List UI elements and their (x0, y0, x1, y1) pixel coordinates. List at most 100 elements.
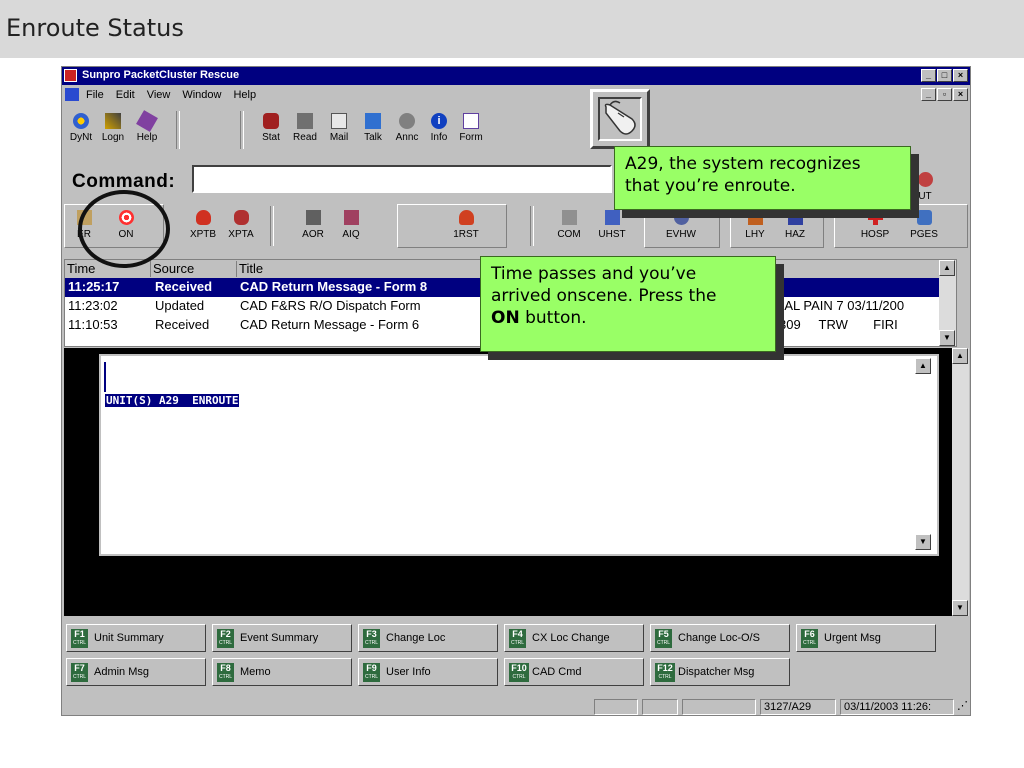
document-icon (65, 88, 79, 101)
lhy-button[interactable]: LHY (740, 210, 770, 240)
title-bar: Sunpro PacketCluster Rescue _ □ × (62, 67, 970, 85)
hosp-button[interactable]: HOSP (856, 210, 894, 240)
com-button[interactable]: COM (552, 210, 586, 240)
mdi-restore-button[interactable]: ▫ (937, 88, 952, 101)
aiq-icon (343, 210, 359, 225)
help-button[interactable]: Help (130, 110, 164, 143)
message-view[interactable]: UNIT(S) A29 ENROUTE ▲ ▼ (99, 354, 939, 556)
scroll-down-icon[interactable]: ▼ (952, 600, 968, 616)
message-pane: UNIT(S) A29 ENROUTE ▲ ▼ (64, 348, 952, 616)
stat-icon (263, 113, 279, 129)
f8-memo-button[interactable]: F8 CTRL Memo (212, 658, 352, 686)
hospital-cross-icon (867, 210, 883, 225)
function-key-bar: F1 CTRL Unit Summary F2 CTRL Event Summary F… (64, 620, 969, 690)
inner-scroll-down-icon[interactable]: ▼ (915, 534, 931, 550)
row-title: CAD Return Message - Form 8 (240, 279, 428, 294)
scroll-up-icon[interactable]: ▲ (952, 348, 968, 364)
1rst-button[interactable]: 1RST (449, 210, 483, 240)
pane-scrollbar[interactable]: ▲ ▼ (952, 348, 969, 616)
f1-unit-summary-button[interactable]: F1 CTRL Unit Summary (66, 624, 206, 652)
row-source: Received (155, 279, 213, 294)
f4-cx-loc-change-button[interactable]: F4 CTRL CX Loc Change (504, 624, 644, 652)
status-unit: 3127/A29 (760, 699, 836, 715)
com-icon (561, 210, 577, 225)
talk-button[interactable]: Talk (356, 113, 390, 143)
f12-key-icon: F12 CTRL (655, 663, 675, 682)
partial-icon (917, 172, 933, 187)
annc-button[interactable]: Annc (390, 113, 424, 143)
menu-edit[interactable]: Edit (116, 89, 135, 101)
info-button[interactable]: i Info (422, 113, 456, 143)
hosp-group (834, 204, 968, 248)
f5-key-icon: F5 CTRL (655, 629, 672, 648)
fire-icon (458, 210, 474, 225)
mail-button[interactable]: Mail (322, 113, 356, 143)
f2-event-summary-button[interactable]: F2 CTRL Event Summary (212, 624, 352, 652)
callout-line: A29, the system recognizes (625, 154, 861, 174)
f7-admin-msg-button[interactable]: F7 CTRL Admin Msg (66, 658, 206, 686)
f9-user-info-button[interactable]: F9 CTRL User Info (358, 658, 498, 686)
aor-icon (305, 210, 321, 225)
message-text: UNIT(S) A29 ENROUTE (105, 394, 240, 407)
aor-button[interactable]: AOR (296, 210, 330, 240)
haz-button[interactable]: HAZ (780, 210, 810, 240)
xpta-icon (233, 210, 249, 225)
table-scrollbar[interactable]: ▲ ▼ (939, 260, 956, 346)
f3-key-icon: F3 CTRL (363, 629, 380, 648)
f3-change-loc-button[interactable]: F3 CTRL Change Loc (358, 624, 498, 652)
xpta-button[interactable]: XPTA (224, 210, 258, 240)
command-input[interactable] (192, 165, 612, 193)
f10-cad-cmd-button[interactable]: F10 CTRL CAD Cmd (504, 658, 644, 686)
resize-grip-icon[interactable]: ⋰ (954, 699, 970, 715)
row-time: 11:23:02 (68, 298, 118, 313)
stat-button[interactable]: Stat (254, 113, 288, 143)
callout-line: Time passes and you’ve (491, 264, 697, 284)
mdi-close-button[interactable]: × (953, 88, 968, 101)
mdi-minimize-button[interactable]: _ (921, 88, 936, 101)
column-header-source[interactable]: Source (151, 261, 237, 277)
callout-line: that you’re enroute. (625, 176, 796, 196)
toolbar-separator (270, 206, 274, 246)
aiq-button[interactable]: AIQ (334, 210, 368, 240)
status-panel (682, 699, 756, 715)
row-source: Updated (155, 298, 205, 313)
mouse-indicator (590, 89, 650, 149)
uhst-button[interactable]: UHST (592, 210, 632, 240)
maximize-button[interactable]: □ (937, 69, 952, 82)
evhw-button[interactable]: EVHW (660, 210, 702, 240)
scroll-up-icon[interactable]: ▲ (939, 260, 955, 276)
slide-title: Enroute Status (6, 14, 184, 42)
pges-button[interactable]: PGES (904, 210, 944, 240)
highlight-circle (78, 190, 170, 268)
mouse-icon (604, 100, 636, 135)
f7-key-icon: F7 CTRL (71, 663, 88, 682)
form-button[interactable]: Form (454, 113, 488, 143)
read-button[interactable]: Read (288, 113, 322, 143)
menu-view[interactable]: View (147, 89, 171, 101)
dynt-button[interactable]: DyNt (64, 113, 98, 143)
toolbar-separator (530, 206, 534, 246)
f6-key-icon: F6 CTRL (801, 629, 818, 648)
f5-change-loc-os-button[interactable]: F5 CTRL Change Loc-O/S (650, 624, 790, 652)
xptb-button[interactable]: XPTB (186, 210, 220, 240)
help-book-icon (136, 110, 158, 132)
logn-button[interactable]: Logn (96, 113, 130, 143)
f6-urgent-msg-button[interactable]: F6 CTRL Urgent Msg (796, 624, 936, 652)
f12-dispatcher-msg-button[interactable]: F12 CTRL Dispatcher Msg (650, 658, 790, 686)
evhw-icon (673, 210, 689, 225)
minimize-button[interactable]: _ (921, 69, 936, 82)
toolbar-separator (176, 111, 180, 149)
status-datetime: 03/11/2003 11:26: (840, 699, 954, 715)
partial-button[interactable]: UT (910, 172, 940, 202)
menu-help[interactable]: Help (233, 89, 256, 101)
menu-window[interactable]: Window (182, 89, 221, 101)
form-icon (463, 113, 479, 129)
f4-key-icon: F4 CTRL (509, 629, 526, 648)
onscene-callout: Time passes and you’ve arrived onscene. … (480, 256, 776, 352)
close-button[interactable]: × (953, 69, 968, 82)
callout-line: arrived onscene. Press the (491, 286, 717, 306)
scroll-down-icon[interactable]: ▼ (939, 330, 955, 346)
info-icon: i (431, 113, 447, 129)
inner-scroll-up-icon[interactable]: ▲ (915, 358, 931, 374)
menu-file[interactable]: File (86, 89, 104, 101)
